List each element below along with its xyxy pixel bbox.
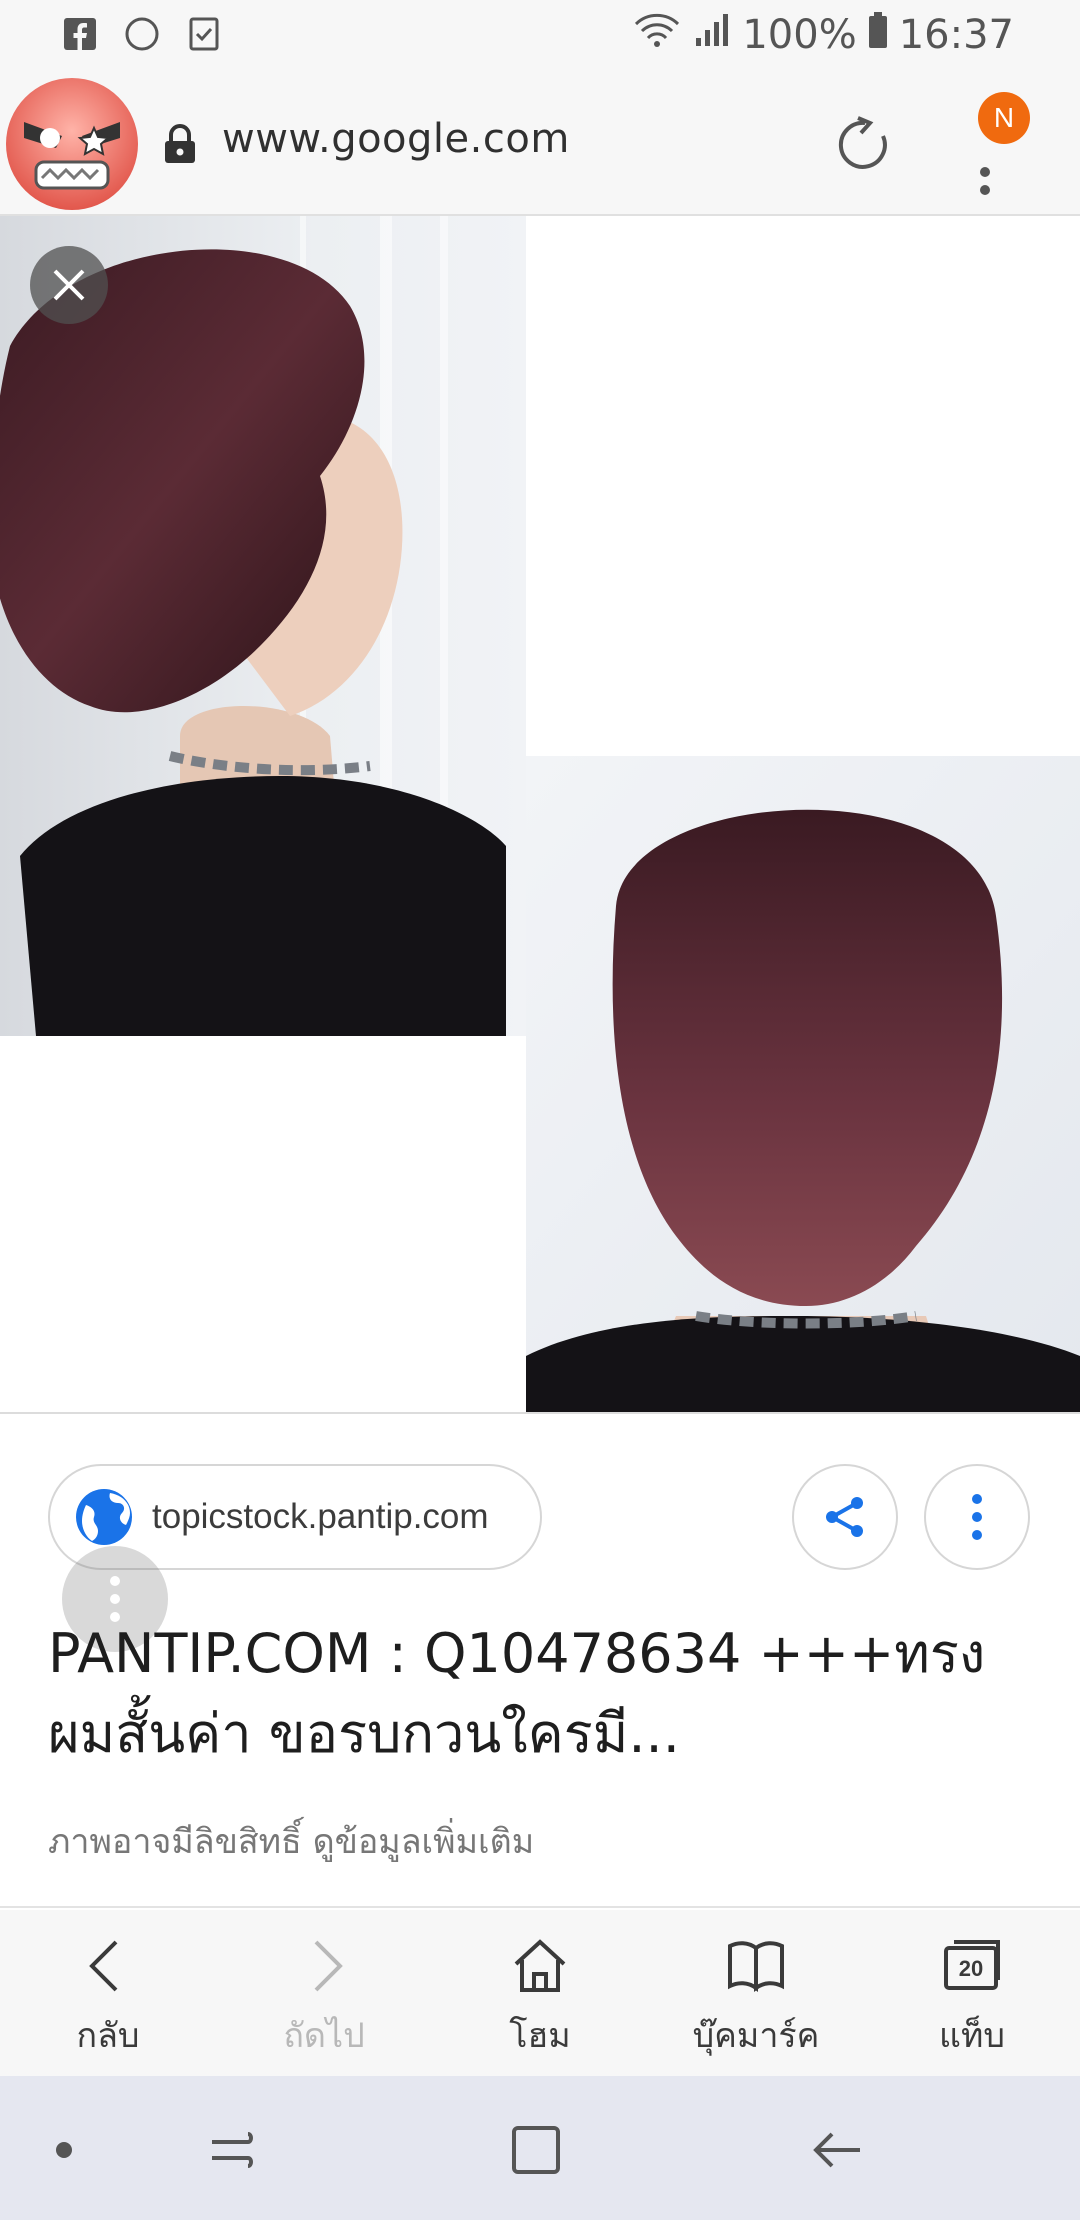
share-icon xyxy=(826,1497,863,1537)
hairstyle-back-photo[interactable] xyxy=(526,756,1080,1412)
overflow-menu-icon[interactable] xyxy=(978,142,992,202)
address-bar: www.google.com N xyxy=(0,72,1080,216)
globe-icon xyxy=(76,1489,132,1545)
system-nav-bar xyxy=(0,2076,1080,2220)
forward-chevron-icon xyxy=(314,1940,343,1992)
status-bar: 100% 16:37 xyxy=(0,0,1080,72)
hairstyle-side-photo[interactable] xyxy=(0,216,526,1036)
share-button[interactable] xyxy=(792,1464,898,1570)
angry-emoji-avatar-icon[interactable] xyxy=(2,74,142,214)
task-icon xyxy=(184,14,224,54)
facebook-icon xyxy=(60,14,100,54)
nav-home-button[interactable]: โฮม xyxy=(432,1910,648,2076)
circle-icon xyxy=(122,14,162,54)
recent-apps-icon[interactable] xyxy=(204,2120,264,2180)
nav-bookmarks-label: บุ๊คมาร์ค xyxy=(692,2016,820,2056)
nav-back-button[interactable]: กลับ xyxy=(0,1910,216,2076)
nav-forward-label: ถัดไป xyxy=(283,2016,365,2056)
vertical-dots-icon xyxy=(972,1494,982,1540)
system-back-icon[interactable] xyxy=(808,2120,868,2180)
home-square-icon[interactable] xyxy=(506,2120,566,2180)
close-viewer-button[interactable] xyxy=(30,246,108,324)
back-chevron-icon xyxy=(89,1940,118,1992)
reload-icon[interactable] xyxy=(836,116,894,174)
notification-badge: N xyxy=(978,92,1030,144)
browser-bottom-nav: กลับ ถัดไป โฮม บุ๊คมาร์ค 20 แท็บ xyxy=(0,1910,1080,2076)
tab-count: 20 xyxy=(958,1956,984,1981)
nav-bookmarks-button[interactable]: บุ๊คมาร์ค xyxy=(648,1910,864,2076)
nav-tabs-button[interactable]: 20 แท็บ xyxy=(864,1910,1080,2076)
signal-icon xyxy=(692,10,732,60)
dot-indicator-icon[interactable] xyxy=(34,2120,94,2180)
result-title[interactable]: PANTIP.COM : Q10478634 +++ทรงผมสั้นค่า ข… xyxy=(48,1614,1038,1774)
bookmark-icon xyxy=(728,1941,784,1992)
nav-tabs-label: แท็บ xyxy=(939,2016,1005,2056)
battery-icon xyxy=(867,10,889,60)
wifi-icon xyxy=(632,10,682,60)
battery-percent: 100% xyxy=(742,12,857,58)
status-right: 100% 16:37 xyxy=(632,10,1014,60)
more-options-button[interactable] xyxy=(924,1464,1030,1570)
url-field[interactable]: www.google.com xyxy=(222,116,570,162)
image-info-panel: topicstock.pantip.com PANTIP.COM : Q1047… xyxy=(0,1416,1080,1908)
status-left-icons xyxy=(60,14,224,54)
close-icon xyxy=(53,269,85,301)
lock-icon xyxy=(162,124,198,164)
nav-forward-button[interactable]: ถัดไป xyxy=(216,1910,432,2076)
copyright-notice[interactable]: ภาพอาจมีลิขสิทธิ์ ดูข้อมูลเพิ่มเติม xyxy=(48,1814,534,1868)
nav-home-label: โฮม xyxy=(509,2016,571,2056)
home-icon xyxy=(514,1939,566,1992)
image-viewer xyxy=(0,216,1080,1414)
source-domain: topicstock.pantip.com xyxy=(152,1497,489,1536)
tabs-icon: 20 xyxy=(940,1934,1004,1998)
clock: 16:37 xyxy=(898,12,1014,58)
nav-back-label: กลับ xyxy=(76,2016,140,2056)
